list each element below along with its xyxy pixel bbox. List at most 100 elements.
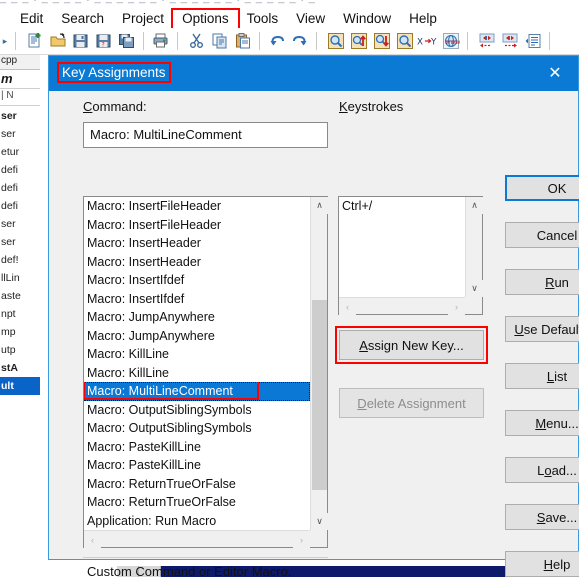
command-listbox[interactable]: Macro: InsertFileHeader Macro: InsertFil… <box>83 196 328 548</box>
menu-item-window[interactable]: Window <box>334 10 400 28</box>
list-button[interactable]: List <box>505 363 579 389</box>
toolbar-overflow-icon[interactable]: ▸ <box>0 36 10 47</box>
save-all-icon[interactable] <box>116 31 137 52</box>
menu-item-help[interactable]: Help <box>400 10 446 28</box>
editor-symbol-header: m <box>0 71 40 89</box>
list-item[interactable]: stA <box>0 359 40 377</box>
list-item[interactable]: Macro: JumpAnywhere <box>84 308 310 327</box>
ok-button[interactable]: OK <box>505 175 579 201</box>
close-icon[interactable]: ✕ <box>532 56 578 91</box>
list-item[interactable]: Macro: ReturnTrueOrFalse <box>84 475 310 494</box>
list-item[interactable]: Macro: InsertIfdef <box>84 290 310 309</box>
scroll-right-icon[interactable]: › <box>448 298 465 315</box>
forward-reference-icon[interactable] <box>499 31 520 52</box>
keystrokes-list[interactable]: Ctrl+/ <box>339 197 465 297</box>
list-item[interactable]: llLin <box>0 269 40 287</box>
save-as-icon[interactable]: ? <box>93 31 114 52</box>
list-item[interactable]: ser <box>0 107 40 125</box>
list-item[interactable]: npt <box>0 305 40 323</box>
find-in-files-icon[interactable] <box>394 31 415 52</box>
list-item[interactable]: etur <box>0 143 40 161</box>
list-item[interactable]: utp <box>0 341 40 359</box>
delete-assignment-button[interactable]: Delete Assignment <box>339 388 484 418</box>
list-references-icon[interactable] <box>522 31 543 52</box>
list-item[interactable]: defi <box>0 197 40 215</box>
find-icon[interactable] <box>325 31 346 52</box>
run-button[interactable]: Run <box>505 269 579 295</box>
scroll-up-icon[interactable]: ∧ <box>466 197 483 214</box>
list-item[interactable]: Macro: OutputSiblingSymbols <box>84 419 310 438</box>
scrollbar-thumb[interactable] <box>312 300 327 490</box>
undo-icon[interactable] <box>266 31 287 52</box>
list-item[interactable]: Macro: KillLine <box>84 364 310 383</box>
list-item[interactable]: Macro: InsertIfdef <box>84 271 310 290</box>
open-folder-icon[interactable] <box>47 31 68 52</box>
cut-icon[interactable] <box>186 31 207 52</box>
scroll-left-icon[interactable]: ‹ <box>339 298 356 315</box>
list-item-selected[interactable]: ult <box>0 377 40 395</box>
list-item[interactable]: ser <box>0 233 40 251</box>
keystrokes-horizontal-scrollbar[interactable]: ‹ › <box>339 297 465 315</box>
use-defaults-button[interactable]: Use Defaults... <box>505 316 579 342</box>
help-button[interactable]: Help <box>505 551 579 577</box>
copy-icon[interactable] <box>209 31 230 52</box>
list-item[interactable]: ser <box>0 125 40 143</box>
find-next-icon[interactable] <box>371 31 392 52</box>
command-vertical-scrollbar[interactable]: ∧ ∨ <box>310 197 328 530</box>
menu-item-edit[interactable]: Edit <box>11 10 52 28</box>
keystrokes-listbox[interactable]: Ctrl+/ ∧ ∨ ‹ › <box>338 196 483 315</box>
list-item[interactable]: Macro: OutputSiblingSymbols <box>84 401 310 420</box>
menu-item-options[interactable]: Options <box>171 8 240 30</box>
list-item[interactable]: Macro: InsertHeader <box>84 234 310 253</box>
menu-item-tools[interactable]: Tools <box>238 10 288 28</box>
new-file-icon[interactable] <box>24 31 45 52</box>
print-icon[interactable] <box>150 31 171 52</box>
scrollbar-corner <box>465 297 482 314</box>
list-item[interactable]: Macro: KillLine <box>84 345 310 364</box>
back-reference-icon[interactable] <box>476 31 497 52</box>
toolbar-separator <box>259 32 260 50</box>
command-horizontal-scrollbar[interactable]: ‹ › <box>84 530 310 548</box>
menu-button[interactable]: Menu... <box>505 410 579 436</box>
paste-icon[interactable] <box>232 31 253 52</box>
list-item[interactable]: Macro: InsertFileHeader <box>84 216 310 235</box>
save-button[interactable]: Save... <box>505 504 579 530</box>
cancel-button[interactable]: Cancel <box>505 222 579 248</box>
menu-item-search[interactable]: Search <box>52 10 113 28</box>
editor-symbol-list[interactable]: ser ser etur defi defi defi ser ser def!… <box>0 107 40 395</box>
list-item[interactable]: Macro: InsertHeader <box>84 253 310 272</box>
scroll-down-icon[interactable]: ∨ <box>311 513 328 530</box>
find-previous-icon[interactable] <box>348 31 369 52</box>
list-item[interactable]: ser <box>0 215 40 233</box>
save-icon[interactable] <box>70 31 91 52</box>
web-lookup-icon[interactable]: www <box>440 31 461 52</box>
list-item[interactable]: def! <box>0 251 40 269</box>
list-item[interactable]: Ctrl+/ <box>339 197 465 215</box>
list-item[interactable]: defi <box>0 161 40 179</box>
redo-icon[interactable] <box>289 31 310 52</box>
menu-item-project[interactable]: Project <box>113 10 173 28</box>
scroll-left-icon[interactable]: ‹ <box>84 531 101 548</box>
list-item[interactable]: Macro: InsertFileHeader <box>84 197 310 216</box>
load-button[interactable]: Load... <box>505 457 579 483</box>
list-item[interactable]: mp <box>0 323 40 341</box>
editor-file-tab[interactable]: cpp <box>0 55 40 70</box>
scroll-right-icon[interactable]: › <box>293 531 310 548</box>
scroll-up-icon[interactable]: ∧ <box>311 197 328 214</box>
x-to-y-icon[interactable]: XY <box>417 31 438 52</box>
menu-item-view[interactable]: View <box>287 10 334 28</box>
list-item[interactable]: Macro: PasteKillLine <box>84 456 310 475</box>
keystrokes-vertical-scrollbar[interactable]: ∧ ∨ <box>465 197 483 297</box>
command-input[interactable]: Macro: MultiLineComment <box>83 122 328 148</box>
dialog-title-bar[interactable]: Key Assignments ✕ <box>49 56 578 91</box>
list-item[interactable]: Macro: PasteKillLine <box>84 438 310 457</box>
scroll-down-icon[interactable]: ∨ <box>466 280 483 297</box>
list-item[interactable]: Macro: ReturnTrueOrFalse <box>84 493 310 512</box>
list-item[interactable]: Macro: JumpAnywhere <box>84 327 310 346</box>
list-item[interactable]: defi <box>0 179 40 197</box>
list-item[interactable]: Application: Run Macro <box>84 512 310 531</box>
list-item-selected[interactable]: Macro: MultiLineComment <box>84 382 310 401</box>
list-item[interactable]: aste <box>0 287 40 305</box>
command-list[interactable]: Macro: InsertFileHeader Macro: InsertFil… <box>84 197 310 530</box>
assign-new-key-button[interactable]: Assign New Key... <box>335 326 488 364</box>
